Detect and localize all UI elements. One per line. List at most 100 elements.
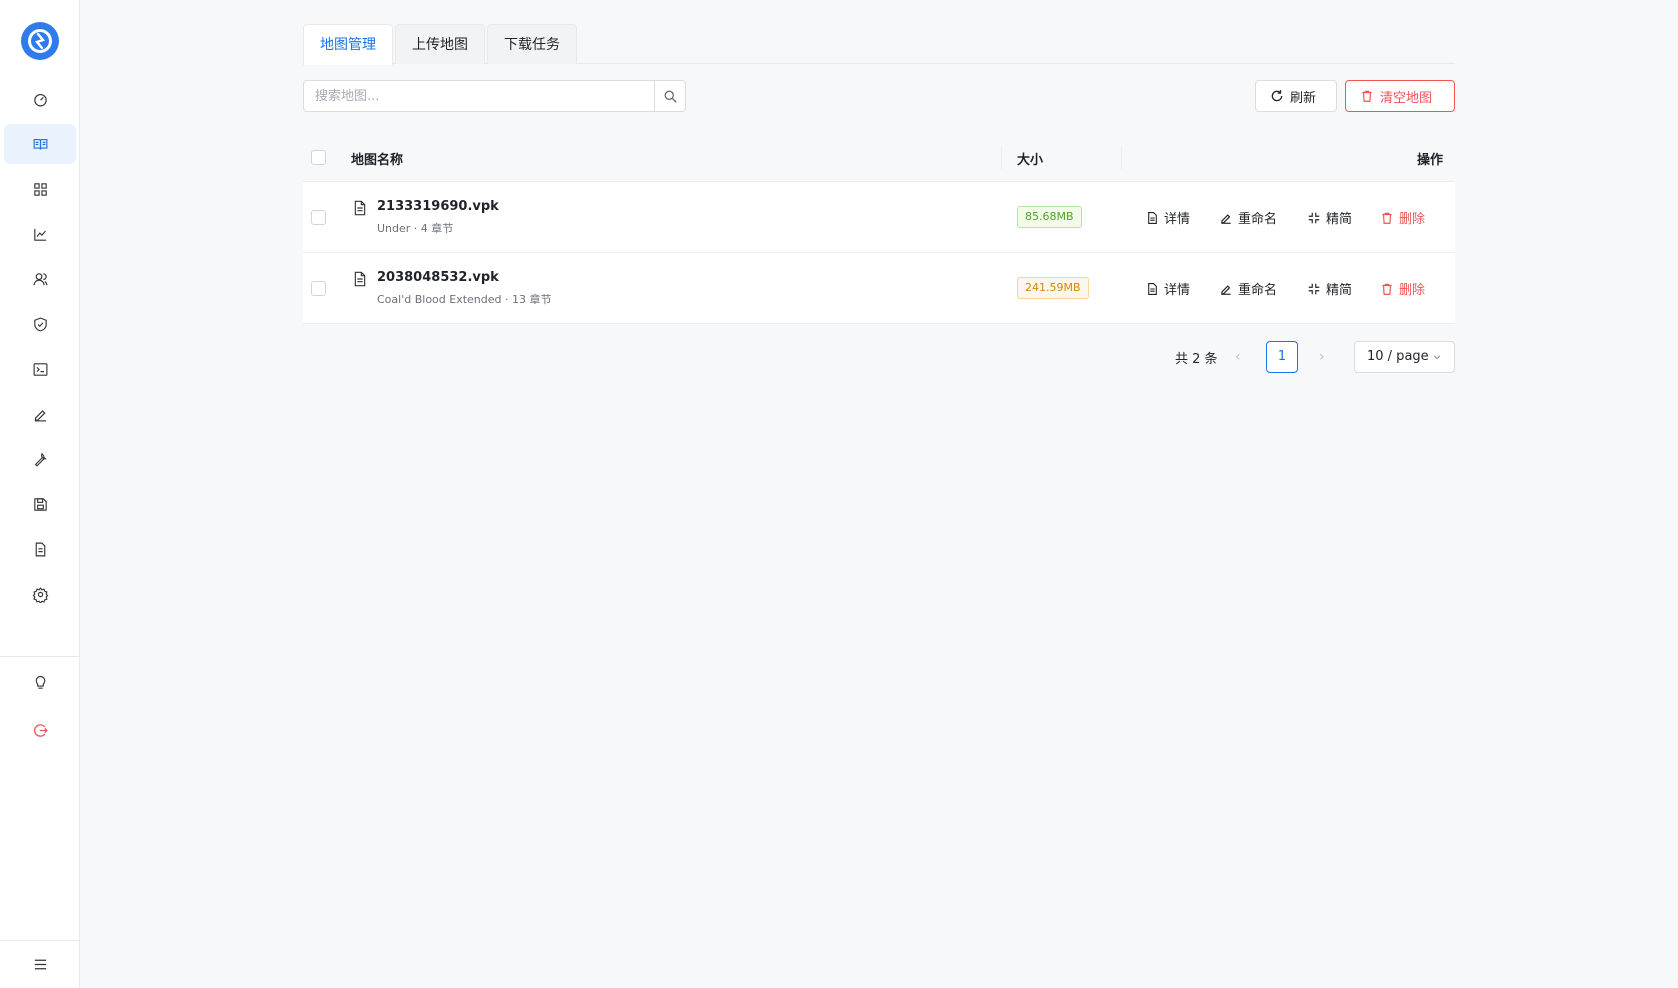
map-subtitle: Under · 4 章节 (377, 222, 454, 235)
edit-icon (1221, 284, 1231, 295)
shield-check-icon (33, 317, 47, 331)
document-icon (1148, 282, 1157, 295)
nav-separator-bottom (0, 940, 80, 941)
search-input[interactable] (304, 81, 654, 111)
compress-icon (1308, 212, 1320, 223)
details-label: 详情 (1164, 283, 1191, 298)
nav-console[interactable] (4, 349, 76, 389)
clear-maps-label: 清空地图 (1380, 90, 1433, 106)
trash-icon (1382, 283, 1392, 295)
rename-button[interactable]: 重命名 (1219, 279, 1277, 298)
simplify-button[interactable]: 精简 (1307, 208, 1352, 227)
clear-maps-button[interactable]: 清空地图 (1345, 80, 1455, 112)
map-name: 2038048532.vpk (377, 270, 499, 285)
gear-icon (32, 586, 48, 603)
prev-page-button[interactable]: ‹ (1235, 349, 1241, 365)
lightbulb-icon (35, 675, 45, 689)
rename-label: 重命名 (1238, 212, 1278, 227)
map-name: 2133319690.vpk (377, 199, 499, 214)
header-actions: 操作 (1416, 153, 1443, 168)
refresh-label: 刷新 (1290, 90, 1317, 106)
logout-icon (33, 723, 48, 737)
terminal-icon (33, 362, 47, 376)
header-size: 大小 (1017, 153, 1044, 168)
nav-save[interactable] (4, 484, 76, 524)
search-icon (664, 90, 677, 103)
rename-label: 重命名 (1238, 283, 1278, 298)
tab-download-tasks[interactable]: 下载任务 (487, 24, 577, 64)
nav-security[interactable] (4, 304, 76, 344)
rename-button[interactable]: 重命名 (1219, 208, 1277, 227)
sidebar (0, 0, 80, 988)
nav-tools[interactable] (4, 439, 76, 479)
nav-edit[interactable] (4, 394, 76, 434)
delete-button[interactable]: 删除 (1380, 208, 1425, 227)
app-logo-icon[interactable] (21, 22, 59, 60)
size-badge: 85.68MB (1017, 206, 1082, 228)
save-icon (33, 497, 47, 511)
header-name: 地图名称 (351, 153, 404, 168)
edit-icon (34, 409, 46, 421)
details-label: 详情 (1164, 212, 1191, 227)
search-button[interactable] (654, 81, 685, 111)
tab-upload-map[interactable]: 上传地图 (395, 24, 485, 64)
details-button[interactable]: 详情 (1146, 208, 1190, 227)
nav-settings[interactable] (4, 574, 76, 614)
delete-label: 删除 (1399, 212, 1426, 227)
column-divider (1121, 146, 1122, 170)
trash-icon (1382, 212, 1392, 224)
page-size-select[interactable]: 10 / page (1354, 341, 1455, 373)
nav-apps[interactable] (4, 169, 76, 209)
details-button[interactable]: 详情 (1146, 279, 1190, 298)
nav-logout[interactable] (4, 710, 76, 750)
refresh-button[interactable]: 刷新 (1255, 80, 1337, 112)
column-divider (1001, 146, 1002, 170)
table-row: 2038048532.vpk Coal'd Blood Extended · 1… (303, 253, 1455, 324)
maps-table: 地图名称 大小 操作 2133319690.vpk Under · 4 章节 8… (303, 134, 1455, 324)
page-number-button[interactable]: 1 (1266, 341, 1298, 373)
hamburger-icon (34, 959, 46, 969)
nav-users[interactable] (4, 259, 76, 299)
table-header: 地图名称 大小 操作 (303, 134, 1455, 182)
document-icon (35, 542, 45, 556)
nav-statistics[interactable] (4, 214, 76, 254)
trash-icon (1362, 90, 1372, 102)
chevron-down-icon (1433, 355, 1441, 360)
next-page-button[interactable]: › (1319, 349, 1325, 365)
refresh-icon (1271, 90, 1283, 102)
search-box (303, 80, 686, 112)
nav-tips[interactable] (4, 662, 76, 702)
apps-icon (33, 182, 47, 196)
nav-dashboard[interactable] (4, 79, 76, 119)
tab-bar: 地图管理 上传地图 下载任务 (303, 24, 1455, 65)
edit-icon (1221, 213, 1231, 224)
simplify-label: 精简 (1326, 212, 1353, 227)
delete-button[interactable]: 删除 (1380, 279, 1425, 298)
row-checkbox[interactable] (311, 210, 326, 225)
compress-icon (1308, 283, 1320, 294)
document-icon (1148, 211, 1157, 224)
delete-label: 删除 (1399, 283, 1426, 298)
wrench-icon (34, 452, 47, 467)
total-count: 共 2 条 (1175, 352, 1218, 367)
page-size-value: 10 / page (1367, 349, 1429, 364)
nav-maps[interactable] (4, 124, 76, 164)
map-book-icon (33, 138, 47, 150)
select-all-checkbox[interactable] (311, 150, 326, 165)
chart-line-icon (33, 228, 46, 241)
nav-documents[interactable] (4, 529, 76, 569)
simplify-button[interactable]: 精简 (1307, 279, 1352, 298)
dashboard-icon (33, 93, 47, 106)
file-icon (354, 200, 366, 216)
tab-map-management[interactable]: 地图管理 (303, 24, 393, 65)
users-icon (33, 272, 47, 285)
nav-collapse[interactable] (4, 944, 76, 984)
simplify-label: 精简 (1326, 283, 1353, 298)
table-row: 2133319690.vpk Under · 4 章节 85.68MB 详情 重… (303, 182, 1455, 253)
file-icon (354, 271, 366, 287)
map-subtitle: Coal'd Blood Extended · 13 章节 (377, 293, 552, 306)
pagination: 共 2 条 ‹ 1 › 10 / page (303, 340, 1455, 374)
size-badge: 241.59MB (1017, 277, 1089, 299)
row-checkbox[interactable] (311, 281, 326, 296)
nav-separator (0, 656, 80, 657)
